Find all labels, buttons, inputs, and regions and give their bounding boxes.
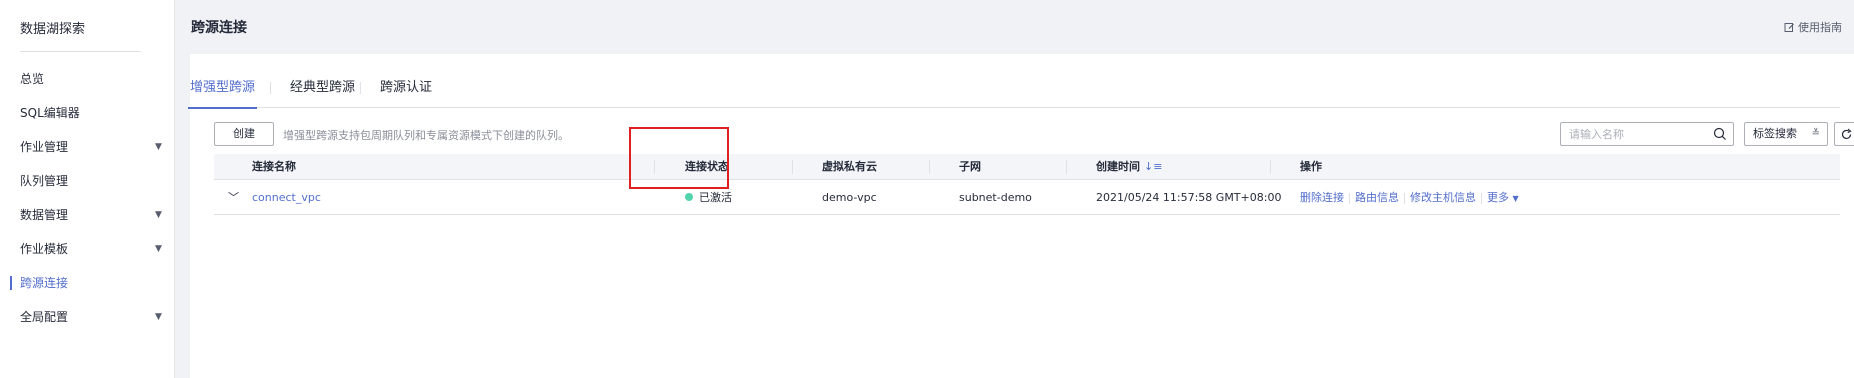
search-icon[interactable] <box>1713 127 1727 141</box>
column-separator <box>1270 160 1271 174</box>
action-separator <box>1404 192 1405 204</box>
search-input[interactable] <box>1569 125 1709 143</box>
double-chevron-down-icon: ≚ <box>1811 128 1820 139</box>
toolbar: 创建 增强型跨源支持包周期队列和专属资源模式下创建的队列。 标签搜索 ≚ <box>214 122 1854 150</box>
sidebar-item-label: 全局配置 <box>20 310 69 324</box>
sidebar-item-sql-editor[interactable]: SQL编辑器 <box>0 96 175 130</box>
sidebar-item-overview[interactable]: 总览 <box>0 62 175 96</box>
more-actions-label: 更多 <box>1487 191 1509 204</box>
tag-search-label: 标签搜索 <box>1753 127 1797 140</box>
tab-datasource-auth[interactable]: 跨源认证 <box>380 78 432 108</box>
sidebar-item-label: 作业模板 <box>20 242 69 256</box>
table-header: 连接名称 连接状态 虚拟私有云 子网 创建时间 ↓≡ 操作 <box>214 154 1840 180</box>
sidebar-item-label: 数据管理 <box>20 208 69 222</box>
main-panel: 增强型跨源 经典型跨源 跨源认证 创建 增强型跨源支持包周期队列和专属资源模式下… <box>187 54 1854 378</box>
sidebar-item-label: SQL编辑器 <box>20 106 80 120</box>
sidebar-item-label: 作业管理 <box>20 140 69 154</box>
column-separator <box>792 160 793 174</box>
row-actions: 删除连接 路由信息 修改主机信息 更多 ▼ <box>1300 180 1519 215</box>
sidebar-item-label: 跨源连接 <box>20 276 69 290</box>
sidebar-item-label: 队列管理 <box>20 174 69 188</box>
subnet-cell: subnet-demo <box>959 191 1032 204</box>
created-header-label: 创建时间 <box>1096 160 1140 173</box>
refresh-button[interactable] <box>1834 122 1854 146</box>
status-text: 已激活 <box>699 191 732 204</box>
create-button[interactable]: 创建 <box>214 122 274 146</box>
toolbar-hint: 增强型跨源支持包周期队列和专属资源模式下创建的队列。 <box>283 129 569 142</box>
tab-enhanced-datasource[interactable]: 增强型跨源 <box>187 78 258 109</box>
column-header-actions: 操作 <box>1300 160 1322 173</box>
tab-classic-datasource[interactable]: 经典型跨源 <box>290 78 355 108</box>
tag-search-button[interactable]: 标签搜索 ≚ <box>1744 122 1828 146</box>
sidebar: 数据湖探索 总览 SQL编辑器 作业管理 ▼ 队列管理 数据管理 ▼ 作业模板 ▼ 跨… <box>0 0 175 378</box>
column-separator <box>1066 160 1067 174</box>
status-dot-icon <box>685 193 693 201</box>
more-actions-dropdown[interactable]: 更多 ▼ <box>1487 191 1519 204</box>
caret-down-icon: ▼ <box>1512 194 1519 203</box>
modify-host-info-link[interactable]: 修改主机信息 <box>1410 191 1476 204</box>
caret-down-icon: ▼ <box>155 244 162 254</box>
column-header-name: 连接名称 <box>252 160 296 173</box>
action-separator <box>1349 192 1350 204</box>
expand-row-icon[interactable]: ﹀ <box>228 180 239 215</box>
user-guide-link[interactable]: 使用指南 <box>1784 19 1842 35</box>
refresh-icon <box>1841 128 1852 140</box>
status-highlight-box <box>629 127 729 189</box>
tab-separator <box>360 82 361 94</box>
table-row: ﹀ connect_vpc 已激活 demo-vpc subnet-demo 2… <box>214 180 1840 215</box>
caret-down-icon: ▼ <box>155 312 162 322</box>
connections-table: 连接名称 连接状态 虚拟私有云 子网 创建时间 ↓≡ 操作 ﹀ connect_v… <box>214 154 1840 215</box>
sidebar-item-global-config[interactable]: 全局配置 ▼ <box>0 300 175 334</box>
sort-descending-icon[interactable]: ↓≡ <box>1144 160 1162 173</box>
connection-name-link[interactable]: connect_vpc <box>252 180 321 215</box>
sidebar-item-job-templates[interactable]: 作业模板 ▼ <box>0 232 175 266</box>
sidebar-item-datasource-connections[interactable]: 跨源连接 <box>0 266 175 300</box>
column-header-created[interactable]: 创建时间 ↓≡ <box>1096 154 1162 180</box>
page-title: 跨源连接 <box>191 20 247 36</box>
search-box <box>1560 122 1734 146</box>
user-guide-label: 使用指南 <box>1798 21 1842 34</box>
caret-down-icon: ▼ <box>155 210 162 220</box>
caret-down-icon: ▼ <box>155 142 162 152</box>
action-separator <box>1481 192 1482 204</box>
column-header-vpc: 虚拟私有云 <box>822 160 877 173</box>
vpc-cell: demo-vpc <box>822 191 877 204</box>
sidebar-item-job-management[interactable]: 作业管理 ▼ <box>0 130 175 164</box>
sidebar-divider <box>20 51 141 52</box>
tab-separator <box>270 82 271 94</box>
created-time-cell: 2021/05/24 11:57:58 GMT+08:00 <box>1096 191 1282 204</box>
tab-bar: 增强型跨源 经典型跨源 跨源认证 <box>187 78 1840 109</box>
sidebar-item-queue-management[interactable]: 队列管理 <box>0 164 175 198</box>
edit-doc-icon <box>1784 22 1794 32</box>
sidebar-title: 数据湖探索 <box>20 22 86 37</box>
app-root: 数据湖探索 总览 SQL编辑器 作业管理 ▼ 队列管理 数据管理 ▼ 作业模板 ▼ 跨… <box>0 0 1854 378</box>
delete-connection-link[interactable]: 删除连接 <box>1300 191 1344 204</box>
sidebar-item-data-management[interactable]: 数据管理 ▼ <box>0 198 175 232</box>
column-separator <box>929 160 930 174</box>
page-header: 跨源连接 使用指南 <box>175 0 1854 54</box>
sidebar-menu: 总览 SQL编辑器 作业管理 ▼ 队列管理 数据管理 ▼ 作业模板 ▼ 跨源连接 全局… <box>0 62 175 334</box>
column-header-subnet: 子网 <box>959 160 981 173</box>
sidebar-item-label: 总览 <box>20 72 45 86</box>
route-info-link[interactable]: 路由信息 <box>1355 191 1399 204</box>
